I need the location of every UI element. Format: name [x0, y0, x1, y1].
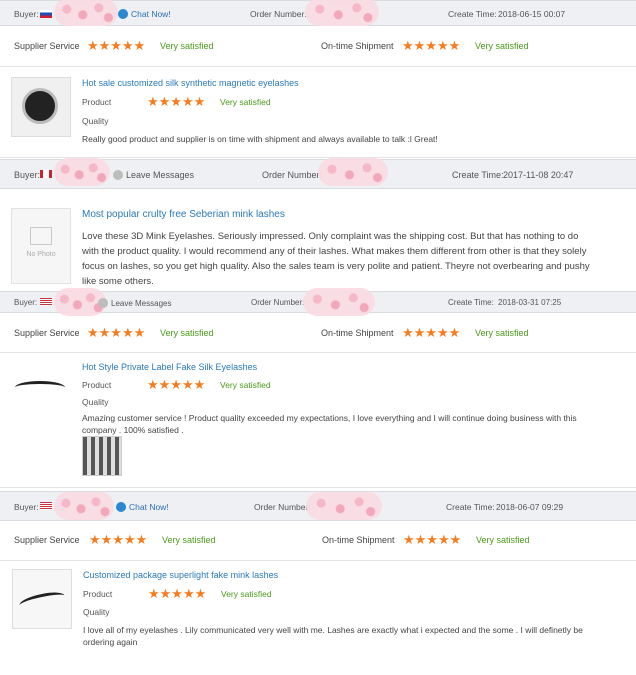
lash-box-icon: [22, 88, 58, 124]
product-thumbnail[interactable]: [12, 569, 72, 629]
eyelash-icon: [15, 381, 65, 394]
product-title-link[interactable]: Customized package superlight fake mink …: [83, 570, 278, 580]
quality-label: Quality: [83, 607, 110, 617]
supplier-service-rating: Very satisfied: [162, 535, 216, 545]
ontime-shipment-stars: ★★★★★: [402, 325, 461, 340]
ontime-shipment-rating: Very satisfied: [475, 41, 529, 51]
product-stars: ★★★★★: [147, 377, 206, 392]
product-thumbnail[interactable]: No Photo: [11, 208, 71, 284]
supplier-service-stars: ★★★★★: [89, 532, 148, 547]
buyer-label: Buyer:: [14, 298, 38, 307]
chat-icon: [118, 9, 128, 19]
supplier-service-stars: ★★★★★: [87, 325, 146, 340]
contact-label: Leave Messages: [126, 170, 195, 180]
product-label: Product: [83, 589, 113, 599]
review-text: Amazing customer service ! Product quali…: [82, 413, 577, 435]
ontime-shipment-label: On-time Shipment: [322, 535, 395, 545]
order-number-label: Order Number:: [254, 502, 311, 512]
service-ratings: Supplier Service ★★★★★ Very satisfied On…: [0, 312, 636, 353]
quality-label: Quality: [82, 116, 109, 126]
buyer-label: Buyer:: [14, 9, 39, 19]
supplier-service-label: Supplier Service: [14, 41, 80, 51]
chat-icon: [116, 502, 126, 512]
service-ratings: Supplier Service ★★★★★ Very satisfied On…: [0, 520, 636, 561]
create-time-label: Create Time:: [446, 502, 495, 512]
leave-messages-link[interactable]: Leave Messages: [98, 298, 171, 308]
chat-now-link[interactable]: Chat Now!: [118, 9, 171, 19]
create-time-label: Create Time:: [448, 298, 494, 307]
supplier-service-label: Supplier Service: [14, 535, 80, 545]
supplier-service-rating: Very satisfied: [160, 328, 214, 338]
review-item: Hot sale customized silk synthetic magne…: [0, 67, 636, 158]
ontime-shipment-rating: Very satisfied: [475, 328, 529, 338]
product-stars: ★★★★★: [147, 94, 206, 109]
flag-icon: [40, 298, 52, 306]
order-number-blur: [305, 0, 379, 26]
service-ratings: Supplier Service ★★★★★ Very satisfied On…: [0, 26, 636, 67]
create-time-value: 2018-06-15 00:07: [498, 9, 566, 19]
ontime-shipment-label: On-time Shipment: [321, 328, 394, 338]
order-number-label: Order Number:: [250, 9, 307, 19]
supplier-service-label: Supplier Service: [14, 328, 80, 338]
no-photo-label: No Photo: [26, 251, 56, 258]
product-label: Product: [82, 380, 112, 390]
ontime-shipment-stars: ★★★★★: [402, 38, 461, 53]
chat-now-link[interactable]: Chat Now!: [116, 502, 169, 512]
order-number-blur: [318, 158, 388, 186]
review-item: No Photo Most popular crulty free Seberi…: [0, 188, 636, 292]
order-number-blur: [306, 492, 382, 520]
review-header: Buyer: Leave Messages Order Number: Crea…: [0, 158, 636, 189]
order-number-label: Order Number:: [262, 170, 323, 180]
product-stars: ★★★★★: [148, 586, 207, 601]
review-text: Love these 3D Mink Eyelashes. Seriously …: [82, 231, 590, 287]
quality-label: Quality: [82, 397, 109, 407]
contact-label: Chat Now!: [131, 9, 171, 19]
supplier-service-rating: Very satisfied: [160, 41, 214, 51]
order-number-label: Order Number:: [251, 298, 305, 307]
review-header: Buyer: Chat Now! Order Number: Create Ti…: [0, 0, 636, 26]
product-rating: Very satisfied: [220, 380, 271, 390]
review-header: Buyer: Chat Now! Order Number: Create Ti…: [0, 491, 636, 521]
eyelash-icon: [18, 589, 66, 612]
product-thumbnail[interactable]: [11, 77, 71, 137]
review-item: Customized package superlight fake mink …: [0, 561, 636, 671]
ontime-shipment-label: On-time Shipment: [321, 41, 394, 51]
ontime-shipment-stars: ★★★★★: [403, 532, 462, 547]
create-time-value: 2018-03-31 07:25: [498, 298, 562, 307]
create-time-label: Create Time:: [448, 9, 497, 19]
supplier-service-stars: ★★★★★: [87, 38, 146, 53]
flag-icon: [40, 10, 52, 18]
create-time-value: 2017-11-08 20:47: [503, 170, 574, 180]
product-rating: Very satisfied: [221, 589, 272, 599]
ontime-shipment-rating: Very satisfied: [476, 535, 530, 545]
flag-icon: [40, 170, 52, 178]
message-icon: [113, 170, 123, 180]
review-item: Hot Style Private Label Fake Silk Eyelas…: [0, 353, 636, 488]
buyer-label: Buyer:: [14, 502, 39, 512]
product-title-link[interactable]: Hot sale customized silk synthetic magne…: [82, 78, 299, 88]
buyer-label: Buyer:: [14, 170, 41, 180]
review-photo[interactable]: [82, 436, 122, 476]
contact-label: Leave Messages: [111, 299, 172, 308]
buyer-name-blur: [54, 0, 118, 26]
review-header: Buyer: Leave Messages Order Number: Crea…: [0, 288, 636, 316]
create-time-label: Create Time:: [452, 170, 504, 180]
leave-messages-link[interactable]: Leave Messages: [113, 170, 194, 180]
message-icon: [98, 298, 108, 308]
product-rating: Very satisfied: [220, 97, 271, 107]
review-text: I love all of my eyelashes . Lily commun…: [83, 625, 583, 647]
product-title-link[interactable]: Hot Style Private Label Fake Silk Eyelas…: [82, 362, 257, 372]
create-time-value: 2018-06-07 09:29: [496, 502, 564, 512]
product-title-link[interactable]: Most popular crulty free Seberian mink l…: [82, 209, 285, 220]
product-label: Product: [82, 97, 112, 107]
product-thumbnail[interactable]: [11, 359, 69, 417]
buyer-name-blur: [54, 158, 110, 186]
image-placeholder-icon: [30, 227, 52, 245]
contact-label: Chat Now!: [129, 502, 169, 512]
buyer-name-blur: [54, 492, 114, 520]
flag-icon: [40, 502, 52, 510]
review-text: Really good product and supplier is on t…: [82, 134, 438, 144]
